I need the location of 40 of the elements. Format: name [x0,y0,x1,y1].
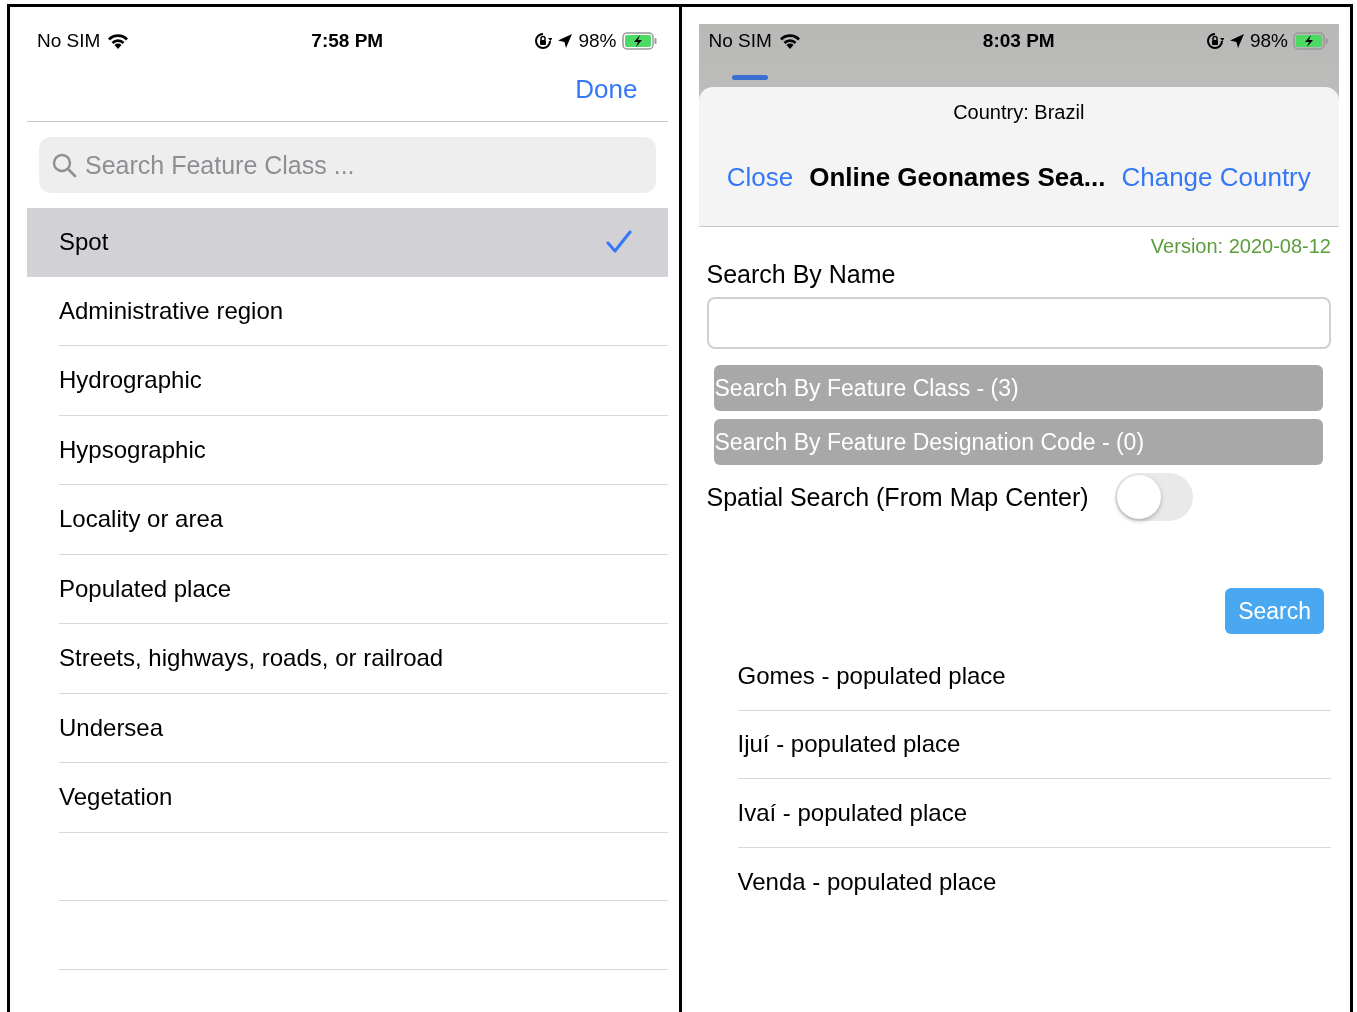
result-item[interactable]: Ijuí - populated place [737,710,1331,779]
battery-charging-icon [1293,31,1329,50]
location-arrow-icon [557,32,574,49]
feature-class-item[interactable]: Hypsographic [59,415,668,484]
feature-class-item[interactable]: Streets, highways, roads, or railroad [59,624,668,693]
version-text: Version: 2020-08-12 [1149,235,1331,258]
name-label: Search By Name [706,260,897,289]
carrier-text: No SIM [37,29,101,52]
clock-text: 7:58 PM [311,29,384,52]
search-icon [51,152,77,178]
spatial-search-toggle[interactable] [1114,473,1193,521]
location-arrow-icon [1228,32,1245,49]
clock-text: 8:03 PM [982,29,1055,52]
wifi-icon [777,31,802,50]
name-input-field[interactable] [706,297,1331,349]
change-country-button[interactable]: Change Country [1121,162,1311,193]
carrier-text: No SIM [708,29,772,52]
search-field[interactable]: Search Feature Class ... [39,137,656,193]
rotation-lock-icon [1205,31,1224,50]
done-button[interactable]: Done [575,73,638,105]
feature-class-item[interactable]: Undersea [59,693,668,762]
feature-class-item[interactable]: Hydrographic [59,346,668,415]
feature-class-item[interactable]: Vegetation [59,763,668,832]
close-button[interactable]: Close [726,162,794,193]
menu-bar-icon [731,75,768,80]
wifi-icon [106,31,131,50]
sheet-title: Online Geonames Sea... [809,162,1106,193]
feature-class-item[interactable]: Administrative region [59,276,668,345]
feature-class-item[interactable]: Spot [27,208,668,277]
country-text: Country: Brazil [953,101,1085,124]
result-item[interactable]: Gomes - populated place [737,642,1331,711]
battery-percent-text: 98% [1249,29,1288,52]
battery-charging-icon [621,31,658,50]
rotation-lock-icon [534,31,553,50]
feature-class-item[interactable]: Locality or area [59,485,668,554]
spatial-search-label: Spatial Search (From Map Center) [706,482,1089,512]
result-item[interactable]: Ivaí - populated place [737,779,1331,848]
battery-percent-text: 98% [578,29,617,52]
feature-class-item[interactable]: Populated place [59,554,668,623]
result-item[interactable]: Venda - populated place [737,847,1331,916]
